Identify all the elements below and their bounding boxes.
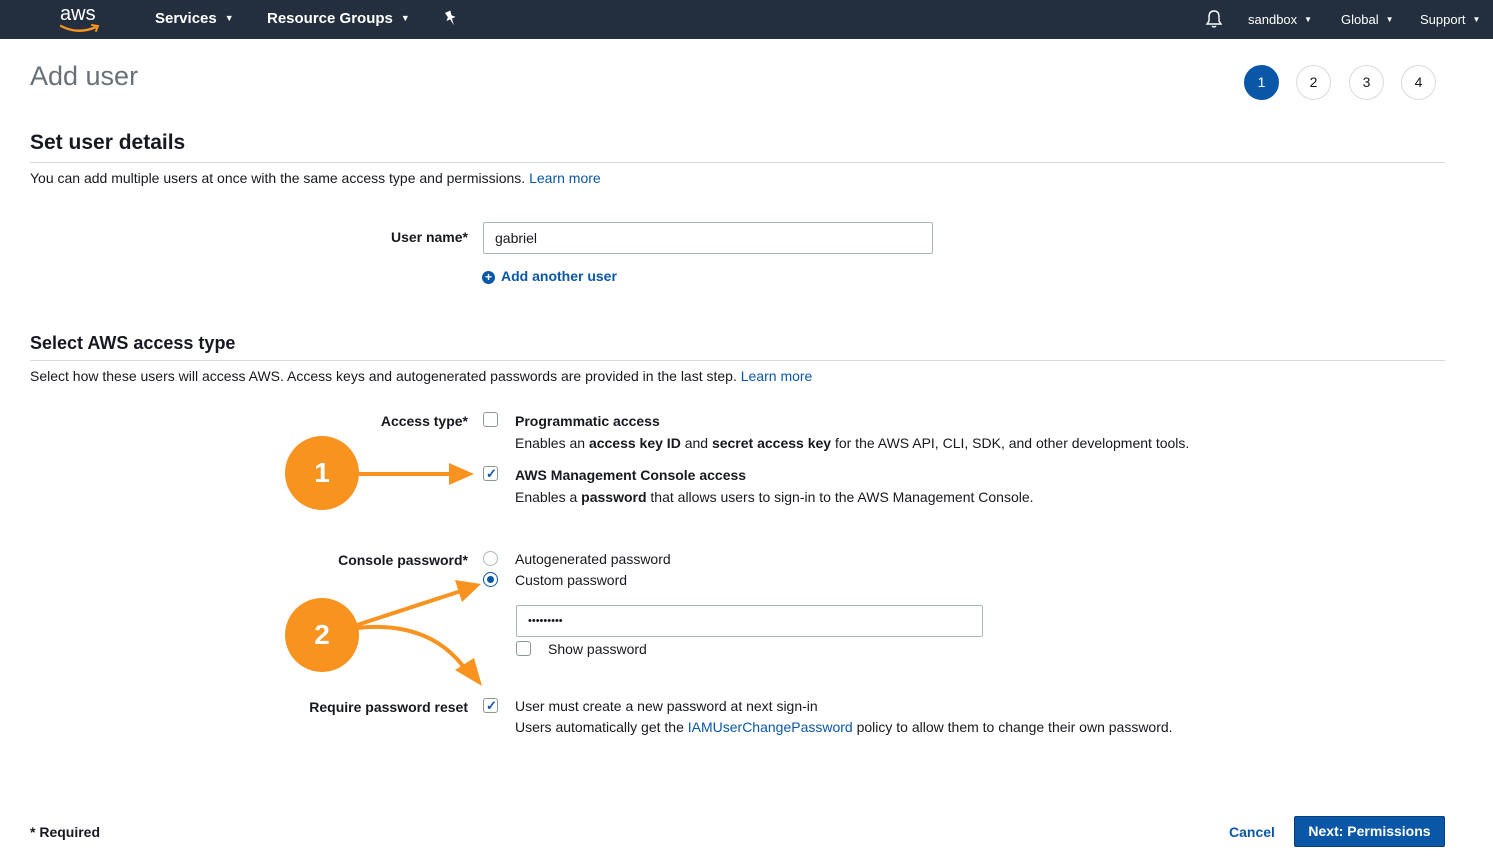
annotation-arrows xyxy=(356,463,482,686)
annotation-arrow-2a xyxy=(356,580,481,627)
cancel-button[interactable]: Cancel xyxy=(1229,824,1275,840)
annotation-arrow-1 xyxy=(358,463,474,485)
next-permissions-button[interactable]: Next: Permissions xyxy=(1294,816,1445,847)
required-note: * Required xyxy=(30,824,101,840)
annotation-arrow-2b xyxy=(356,624,482,686)
